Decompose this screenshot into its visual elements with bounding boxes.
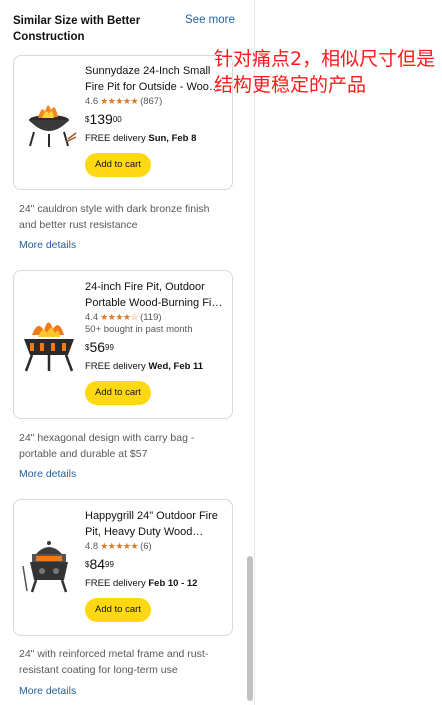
rating-value: 4.4 bbox=[85, 312, 99, 323]
price: $5699 bbox=[85, 339, 114, 355]
rating-row: 4.4 ★★★★☆ (119) bbox=[85, 312, 226, 323]
rating-value: 4.6 bbox=[85, 96, 99, 107]
product-title[interactable]: 24-inch Fire Pit, Outdoor Portable Wood-… bbox=[85, 279, 226, 311]
delivery-info: FREE delivery Feb 10 - 12 bbox=[85, 578, 198, 589]
product-card-1[interactable]: Sunnydaze 24-Inch Small Fire Pit for Out… bbox=[13, 55, 233, 190]
add-to-cart-button[interactable]: Add to cart bbox=[85, 153, 151, 177]
review-count[interactable]: (119) bbox=[140, 312, 161, 323]
product-description-1: 24" cauldron style with dark bronze fini… bbox=[19, 203, 210, 231]
product-card-2[interactable]: 24-inch Fire Pit, Outdoor Portable Wood-… bbox=[13, 270, 233, 419]
product-description-3: 24" with reinforced metal frame and rust… bbox=[19, 648, 209, 676]
see-more-link[interactable]: See more bbox=[185, 14, 235, 26]
section-title: Similar Size with Better Construction bbox=[13, 15, 141, 43]
section-header: Similar Size with Better Construction Se… bbox=[13, 13, 245, 45]
similar-products-panel: Similar Size with Better Construction Se… bbox=[0, 0, 255, 705]
delivery-info: FREE delivery Sun, Feb 8 bbox=[85, 133, 197, 144]
product-image-2[interactable] bbox=[18, 315, 80, 377]
star-rating-icon: ★★★★★ bbox=[100, 541, 139, 551]
review-count[interactable]: (6) bbox=[140, 541, 152, 552]
product-description-2: 24" hexagonal design with carry bag - po… bbox=[19, 432, 195, 460]
add-to-cart-button[interactable]: Add to cart bbox=[85, 381, 151, 405]
product-title[interactable]: Sunnydaze 24-Inch Small Fire Pit for Out… bbox=[85, 63, 226, 95]
price: $8499 bbox=[85, 556, 114, 572]
product-card-3[interactable]: Happygrill 24" Outdoor Fire Pit, Heavy D… bbox=[13, 499, 233, 636]
more-details-link-1[interactable]: More details bbox=[19, 239, 76, 251]
product-image-3[interactable] bbox=[18, 536, 80, 598]
annotation-note: 针对痛点2，相似尺寸但是结构更稳定的产品 bbox=[214, 48, 436, 96]
rating-row: 4.8 ★★★★★ (6) bbox=[85, 541, 226, 552]
price: $13900 bbox=[85, 111, 122, 127]
product-info-3: Happygrill 24" Outdoor Fire Pit, Heavy D… bbox=[85, 508, 226, 622]
more-details-link-2[interactable]: More details bbox=[19, 468, 76, 480]
review-count[interactable]: (867) bbox=[140, 96, 162, 107]
rating-row: 4.6 ★★★★★ (867) bbox=[85, 96, 226, 107]
star-rating-icon: ★★★★☆ bbox=[100, 312, 139, 322]
bought-count: 50+ bought in past month bbox=[85, 324, 193, 335]
product-image-1[interactable] bbox=[18, 90, 80, 152]
delivery-info: FREE delivery Wed, Feb 11 bbox=[85, 361, 204, 372]
scrollbar-thumb[interactable] bbox=[247, 556, 253, 701]
rating-value: 4.8 bbox=[85, 541, 99, 552]
product-info-1: Sunnydaze 24-Inch Small Fire Pit for Out… bbox=[85, 63, 226, 177]
add-to-cart-button[interactable]: Add to cart bbox=[85, 598, 151, 622]
star-rating-icon: ★★★★★ bbox=[100, 96, 139, 106]
product-title[interactable]: Happygrill 24" Outdoor Fire Pit, Heavy D… bbox=[85, 508, 226, 540]
product-info-2: 24-inch Fire Pit, Outdoor Portable Wood-… bbox=[85, 279, 226, 405]
more-details-link-3[interactable]: More details bbox=[19, 685, 76, 697]
